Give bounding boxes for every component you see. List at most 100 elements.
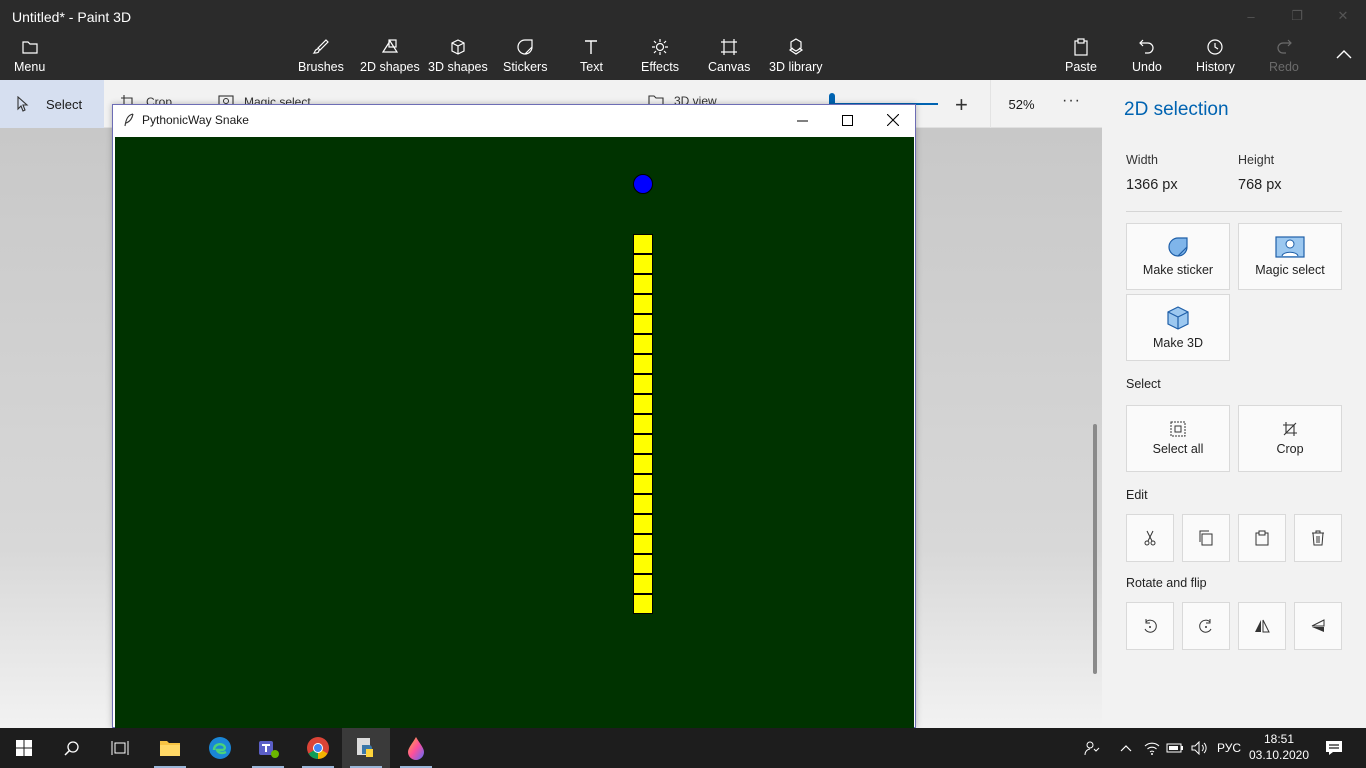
cube-icon: [448, 36, 468, 58]
select-all-button[interactable]: Select all: [1126, 405, 1230, 472]
tool-effects[interactable]: Effects: [641, 36, 679, 74]
paint3d-icon: [408, 737, 424, 760]
tool-brushes[interactable]: Brushes: [298, 36, 344, 74]
rotate-section-label: Rotate and flip: [1126, 576, 1207, 590]
paste-edit-button[interactable]: [1238, 514, 1286, 562]
window-controls: – ❐ ✕: [1228, 0, 1366, 32]
snake-segment: [633, 394, 653, 414]
rotate-left-button[interactable]: [1126, 602, 1174, 650]
tool-2d-shapes[interactable]: 2D shapes: [360, 36, 420, 74]
snake-maximize-button[interactable]: [824, 105, 870, 135]
snake-window-titlebar[interactable]: PythonicWay Snake: [113, 105, 915, 135]
snake-minimize-button[interactable]: [779, 105, 825, 135]
taskbar-file-explorer[interactable]: [146, 728, 194, 768]
taskbar-paint3d[interactable]: [392, 728, 440, 768]
undo-button[interactable]: Undo: [1132, 36, 1162, 74]
select-tool-button[interactable]: Select: [0, 80, 104, 128]
zoom-percentage[interactable]: 52%: [990, 80, 1052, 128]
system-clock[interactable]: 18:51 03.10.2020: [1246, 731, 1312, 763]
windows-logo-icon: [16, 740, 32, 756]
library-3d-icon: [786, 36, 806, 58]
flip-vertical-icon: [1311, 619, 1325, 632]
volume-icon[interactable]: [1188, 728, 1210, 768]
tool-3d-library[interactable]: 3D library: [769, 36, 823, 74]
minimize-button[interactable]: –: [1228, 0, 1274, 32]
height-value[interactable]: 768 px: [1238, 177, 1282, 193]
taskbar-chrome[interactable]: [294, 728, 342, 768]
snake-segment: [633, 294, 653, 314]
brush-icon: [311, 36, 331, 58]
chevron-up-icon[interactable]: [1116, 728, 1136, 768]
tool-stickers[interactable]: Stickers: [503, 36, 547, 74]
sticker-icon: [515, 36, 535, 58]
menu-button[interactable]: Menu: [14, 36, 45, 74]
select-all-icon: [1170, 421, 1186, 437]
folder-icon: [20, 36, 40, 58]
collapse-ribbon-icon[interactable]: [1336, 46, 1352, 64]
snake-segment: [633, 374, 653, 394]
canvas-icon: [719, 36, 739, 58]
crop-button[interactable]: Crop: [1238, 405, 1342, 472]
task-view-button[interactable]: [96, 728, 144, 768]
input-language[interactable]: РУС: [1212, 728, 1246, 768]
snake-window-title: PythonicWay Snake: [142, 113, 249, 127]
clipboard-icon: [1255, 530, 1269, 546]
food-pellet: [633, 174, 653, 194]
close-button[interactable]: ✕: [1320, 0, 1366, 32]
snake-segment: [633, 274, 653, 294]
snake-segment: [633, 594, 653, 614]
tool-3d-shapes[interactable]: 3D shapes: [428, 36, 488, 74]
snake-segment: [633, 414, 653, 434]
properties-panel: 2D selection Width Height 1366 px 768 px…: [1102, 80, 1366, 728]
history-button[interactable]: History: [1196, 36, 1235, 74]
chrome-icon: [307, 737, 329, 759]
crop-icon: [1283, 422, 1297, 436]
cut-button[interactable]: [1126, 514, 1174, 562]
make-sticker-button[interactable]: Make sticker: [1126, 223, 1230, 290]
zoom-in-button[interactable]: +: [955, 92, 968, 118]
flip-horizontal-button[interactable]: [1238, 602, 1286, 650]
folder-icon: [160, 741, 180, 756]
teams-icon: [259, 741, 279, 758]
search-button[interactable]: [48, 728, 96, 768]
shapes-2d-icon: [380, 36, 400, 58]
sticker-icon: [1168, 237, 1188, 257]
paste-button[interactable]: Paste: [1065, 36, 1097, 74]
snake-segment: [633, 554, 653, 574]
magic-select-button[interactable]: Magic select: [1238, 223, 1342, 290]
magic-select-icon: [1275, 236, 1305, 258]
redo-icon: [1274, 36, 1294, 58]
snake-close-button[interactable]: [870, 105, 916, 135]
workspace-scrollbar[interactable]: [1093, 424, 1097, 674]
action-center-icon[interactable]: [1318, 728, 1350, 768]
scissors-icon: [1144, 530, 1156, 546]
rotate-right-button[interactable]: [1182, 602, 1230, 650]
start-button[interactable]: [0, 728, 48, 768]
make-3d-button[interactable]: Make 3D: [1126, 294, 1230, 361]
text-icon: [581, 36, 601, 58]
delete-button[interactable]: [1294, 514, 1342, 562]
people-icon[interactable]: [1080, 728, 1104, 768]
taskbar-teams[interactable]: [244, 728, 292, 768]
wifi-icon[interactable]: [1142, 728, 1162, 768]
taskbar-python[interactable]: [342, 728, 390, 768]
width-label: Width: [1126, 153, 1158, 167]
window-title: Untitled* - Paint 3D: [12, 9, 132, 25]
edge-icon: [209, 737, 231, 759]
snake-segment: [633, 434, 653, 454]
snake-segment: [633, 254, 653, 274]
copy-button[interactable]: [1182, 514, 1230, 562]
flip-vertical-button[interactable]: [1294, 602, 1342, 650]
taskbar-edge[interactable]: [196, 728, 244, 768]
maximize-button[interactable]: ❐: [1274, 0, 1320, 32]
redo-button[interactable]: Redo: [1269, 36, 1299, 74]
tool-text[interactable]: Text: [580, 36, 603, 74]
snake-segment: [633, 354, 653, 374]
snake-game-canvas[interactable]: [115, 137, 914, 729]
cube-icon: [1167, 306, 1189, 330]
search-icon: [64, 741, 79, 756]
width-value[interactable]: 1366 px: [1126, 177, 1178, 193]
tool-canvas[interactable]: Canvas: [708, 36, 750, 74]
battery-icon[interactable]: [1164, 728, 1186, 768]
more-options-button[interactable]: ···: [1062, 92, 1081, 110]
